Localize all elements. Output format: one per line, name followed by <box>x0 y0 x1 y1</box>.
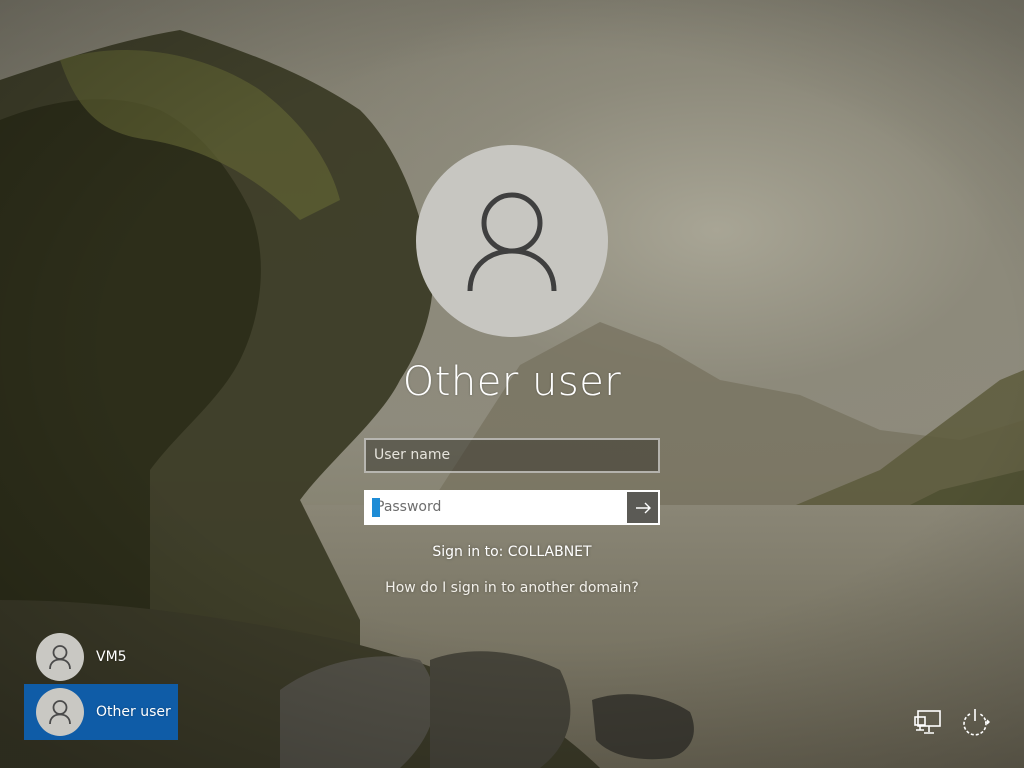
password-container: Password <box>364 490 660 525</box>
user-tile-other-user[interactable]: Other user <box>24 684 178 740</box>
avatar <box>36 688 84 736</box>
power-button[interactable] <box>955 702 995 742</box>
user-tile-label: Other user <box>96 704 171 720</box>
user-tile-label: VM5 <box>96 649 127 665</box>
submit-button[interactable] <box>627 492 658 523</box>
signin-domain-text: Sign in to: COLLABNET <box>432 544 592 560</box>
password-field[interactable]: Password <box>366 492 627 523</box>
lock-screen: Other user User name Password Sign in to… <box>0 0 1024 768</box>
user-avatar-large <box>416 145 608 337</box>
display-name: Other user <box>402 359 622 405</box>
arrow-right-icon <box>635 502 651 513</box>
username-field[interactable]: User name <box>364 438 660 473</box>
avatar <box>36 633 84 681</box>
user-icon <box>49 700 71 725</box>
power-icon <box>963 709 990 736</box>
user-icon <box>49 645 71 670</box>
user-icon <box>467 192 557 292</box>
text-caret <box>372 498 380 517</box>
network-icon <box>914 710 941 734</box>
other-domain-help-link[interactable]: How do I sign in to another domain? <box>312 578 712 598</box>
user-tile-vm5[interactable]: VM5 <box>24 629 178 685</box>
password-placeholder: Password <box>376 499 442 515</box>
network-button[interactable] <box>908 702 948 742</box>
